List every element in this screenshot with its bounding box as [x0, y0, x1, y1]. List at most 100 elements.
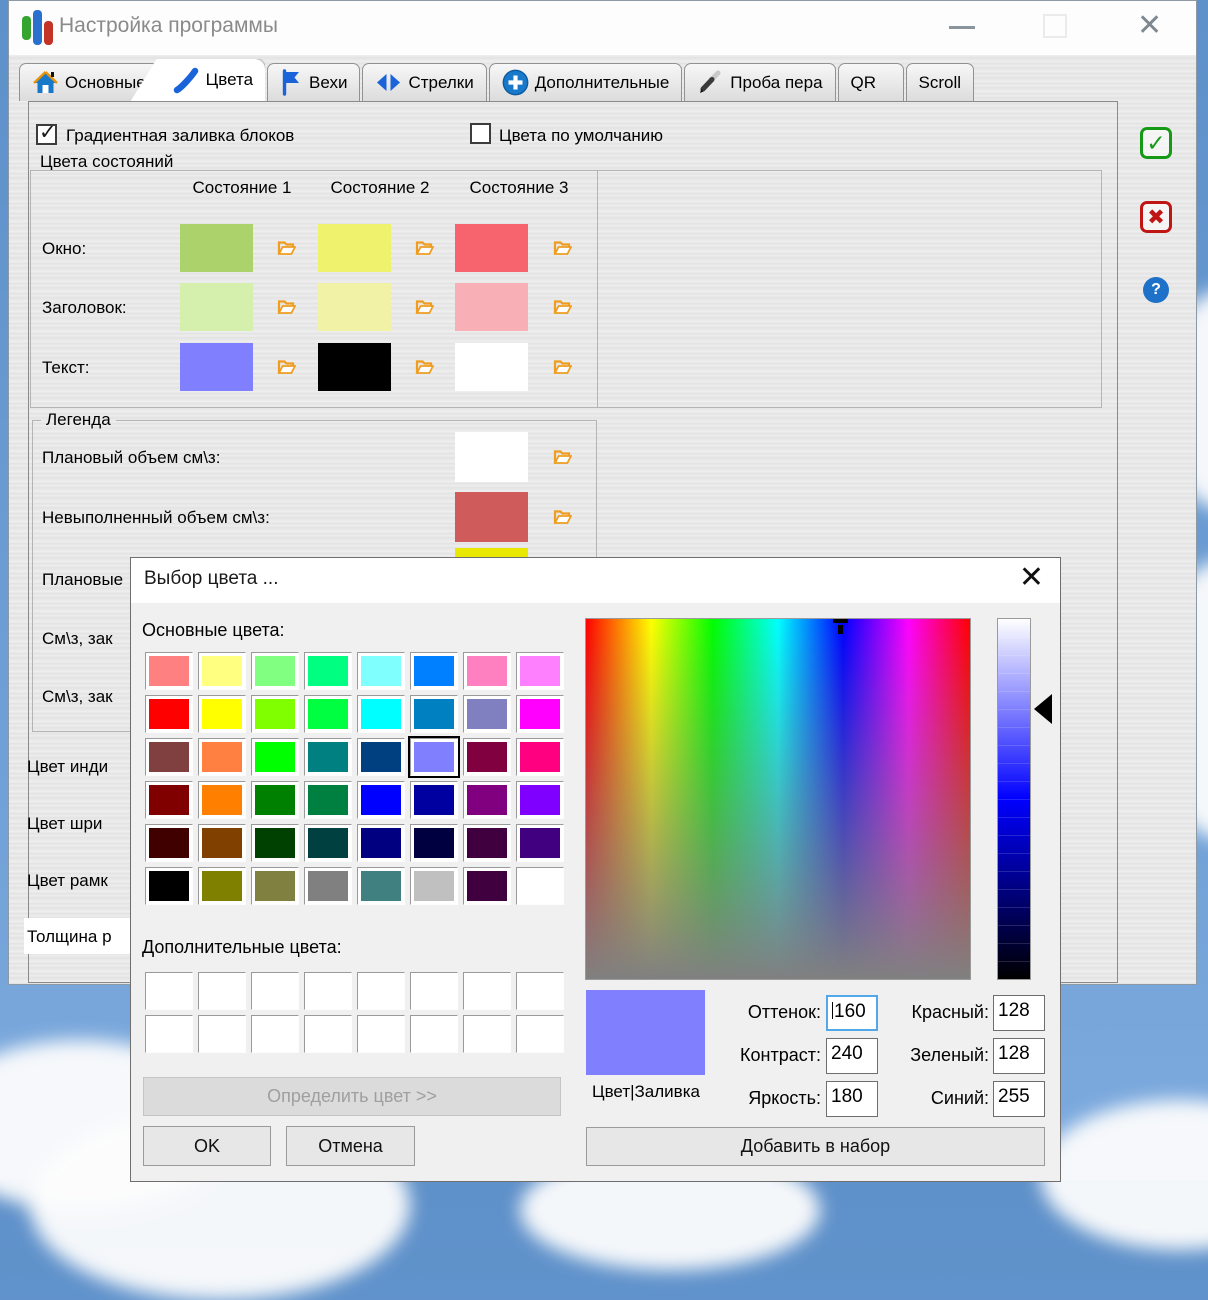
custom-color-swatch[interactable]	[463, 1015, 511, 1053]
basic-color-swatch[interactable]	[463, 781, 511, 819]
default-colors-checkbox[interactable]	[470, 123, 491, 144]
basic-color-swatch[interactable]	[304, 695, 352, 733]
folder-icon[interactable]	[553, 359, 572, 375]
basic-color-swatch[interactable]	[516, 738, 564, 776]
legend-color-swatch[interactable]	[455, 492, 528, 542]
basic-color-swatch[interactable]	[198, 695, 246, 733]
state-color-swatch[interactable]	[180, 283, 253, 331]
custom-color-swatch[interactable]	[198, 1015, 246, 1053]
custom-color-swatch[interactable]	[251, 972, 299, 1010]
basic-color-swatch[interactable]	[357, 695, 405, 733]
luminance-slider[interactable]	[1034, 694, 1052, 724]
hue-saturation-field[interactable]	[585, 618, 971, 980]
folder-icon[interactable]	[415, 240, 434, 256]
basic-color-swatch[interactable]	[251, 695, 299, 733]
basic-color-swatch[interactable]	[304, 824, 352, 862]
basic-color-swatch[interactable]	[516, 867, 564, 905]
basic-color-swatch[interactable]	[251, 824, 299, 862]
basic-color-swatch[interactable]	[463, 652, 511, 690]
tab-стрелки[interactable]: Стрелки	[362, 63, 486, 101]
basic-color-swatch[interactable]	[304, 652, 352, 690]
state-color-swatch[interactable]	[180, 224, 253, 272]
tab-вехи[interactable]: Вехи	[267, 63, 360, 101]
basic-color-swatch[interactable]	[198, 652, 246, 690]
basic-color-swatch[interactable]	[198, 867, 246, 905]
legend-color-swatch[interactable]	[455, 432, 528, 482]
folder-icon[interactable]	[415, 299, 434, 315]
green-field[interactable]: 128	[993, 1038, 1045, 1074]
legend-swatch-partial[interactable]	[455, 548, 528, 557]
basic-color-swatch[interactable]	[410, 695, 458, 733]
ok-button[interactable]: OK	[143, 1126, 271, 1166]
state-color-swatch[interactable]	[455, 343, 528, 391]
basic-color-swatch[interactable]	[145, 824, 193, 862]
custom-color-swatch[interactable]	[145, 1015, 193, 1053]
basic-color-swatch[interactable]	[463, 695, 511, 733]
state-color-swatch[interactable]	[318, 283, 391, 331]
blue-field[interactable]: 255	[993, 1081, 1045, 1117]
basic-color-swatch[interactable]	[410, 867, 458, 905]
tab-qr[interactable]: QR	[838, 63, 904, 101]
maximize-icon[interactable]	[1043, 14, 1067, 38]
cancel-button-dialog[interactable]: Отмена	[286, 1126, 415, 1166]
basic-color-swatch[interactable]	[145, 781, 193, 819]
basic-color-swatch[interactable]	[410, 781, 458, 819]
basic-color-swatch[interactable]	[304, 867, 352, 905]
basic-color-swatch[interactable]	[357, 738, 405, 776]
basic-color-swatch[interactable]	[145, 652, 193, 690]
basic-color-swatch[interactable]	[198, 781, 246, 819]
tab-scroll[interactable]: Scroll	[906, 63, 975, 101]
dialog-close-icon[interactable]: ✕	[1019, 560, 1044, 595]
basic-color-swatch[interactable]	[463, 867, 511, 905]
basic-color-swatch[interactable]	[357, 652, 405, 690]
custom-color-swatch[interactable]	[198, 972, 246, 1010]
basic-color-swatch[interactable]	[251, 867, 299, 905]
state-color-swatch[interactable]	[318, 224, 391, 272]
basic-color-swatch[interactable]	[304, 781, 352, 819]
basic-color-swatch[interactable]	[357, 867, 405, 905]
basic-color-swatch[interactable]	[145, 695, 193, 733]
folder-icon[interactable]	[553, 299, 572, 315]
custom-color-swatch[interactable]	[410, 972, 458, 1010]
state-color-swatch[interactable]	[455, 224, 528, 272]
custom-color-swatch[interactable]	[304, 1015, 352, 1053]
folder-icon[interactable]	[553, 509, 572, 525]
close-icon[interactable]: ✕	[1137, 8, 1162, 43]
basic-color-swatch[interactable]	[516, 695, 564, 733]
basic-color-swatch[interactable]	[410, 738, 458, 776]
custom-color-swatch[interactable]	[304, 972, 352, 1010]
custom-color-swatch[interactable]	[145, 972, 193, 1010]
folder-icon[interactable]	[553, 449, 572, 465]
state-color-swatch[interactable]	[318, 343, 391, 391]
custom-color-swatch[interactable]	[357, 1015, 405, 1053]
basic-color-swatch[interactable]	[516, 652, 564, 690]
cancel-button[interactable]: ✖	[1140, 201, 1172, 233]
custom-color-swatch[interactable]	[463, 972, 511, 1010]
basic-color-swatch[interactable]	[516, 824, 564, 862]
basic-color-swatch[interactable]	[410, 824, 458, 862]
tab-дополнительные[interactable]: Дополнительные	[489, 63, 683, 101]
apply-button[interactable]: ✓	[1140, 127, 1172, 159]
basic-color-swatch[interactable]	[516, 781, 564, 819]
minimize-icon[interactable]	[949, 26, 975, 29]
basic-color-swatch[interactable]	[410, 652, 458, 690]
red-field[interactable]: 128	[993, 995, 1045, 1031]
define-color-button[interactable]: Определить цвет >>	[143, 1077, 561, 1116]
add-to-set-button[interactable]: Добавить в набор	[586, 1127, 1045, 1166]
luminance-bar[interactable]	[997, 618, 1031, 980]
custom-color-swatch[interactable]	[516, 972, 564, 1010]
tab-проба-пера[interactable]: Проба пера	[684, 63, 835, 101]
custom-color-swatch[interactable]	[516, 1015, 564, 1053]
basic-color-swatch[interactable]	[251, 738, 299, 776]
state-color-swatch[interactable]	[455, 283, 528, 331]
help-button[interactable]: ?	[1143, 277, 1169, 303]
folder-icon[interactable]	[277, 240, 296, 256]
custom-color-swatch[interactable]	[357, 972, 405, 1010]
basic-color-swatch[interactable]	[357, 824, 405, 862]
basic-color-swatch[interactable]	[357, 781, 405, 819]
folder-icon[interactable]	[277, 299, 296, 315]
custom-color-swatch[interactable]	[410, 1015, 458, 1053]
basic-color-swatch[interactable]	[145, 738, 193, 776]
basic-color-swatch[interactable]	[463, 738, 511, 776]
folder-icon[interactable]	[277, 359, 296, 375]
